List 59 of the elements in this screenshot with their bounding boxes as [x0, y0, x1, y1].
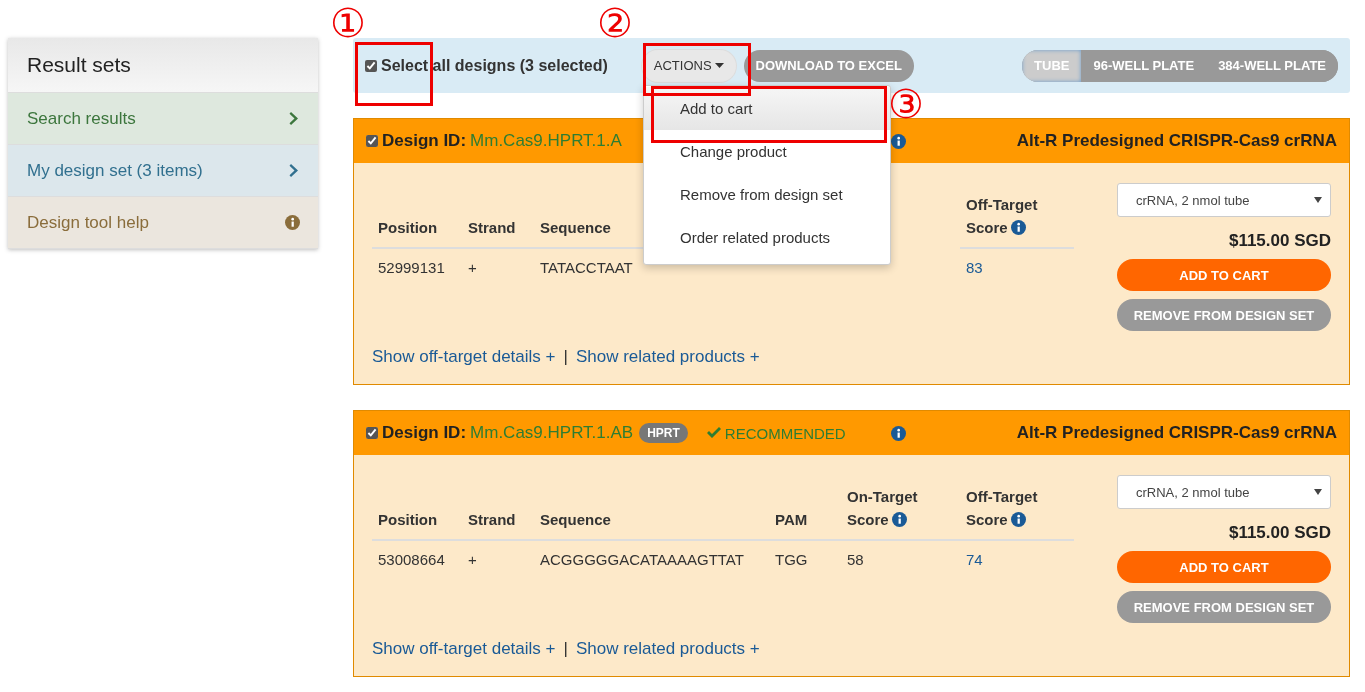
- price: $115.00 SGD: [1227, 231, 1331, 251]
- column-header: On-Target Score: [847, 488, 918, 528]
- sidebar-item[interactable]: Design tool help: [8, 197, 318, 249]
- sidebar-item-label: My design set (3 items): [27, 160, 203, 181]
- column-header: Sequence: [540, 511, 611, 528]
- checkmark-icon: [705, 427, 721, 439]
- show-details-link[interactable]: Show related products +: [575, 347, 760, 367]
- show-details-link[interactable]: Show off-target details +: [372, 639, 556, 659]
- step-number: ②: [597, 3, 633, 43]
- show-details-link[interactable]: Show related products +: [575, 639, 760, 659]
- table-cell-text: 74: [965, 550, 984, 570]
- table-cell-text: ACGGGGGACATAAAAGTTAT: [539, 550, 745, 570]
- table-cell-text: TATACCTAAT: [539, 258, 634, 278]
- column-header: Position: [378, 511, 438, 528]
- design-id-label: Design ID:: [382, 131, 467, 151]
- caret-icon: [714, 63, 724, 68]
- table-cell-text: TGG: [774, 550, 809, 570]
- gene-tag: HPRT: [639, 423, 688, 443]
- design-id-label: Design ID:: [382, 423, 467, 443]
- table-cell-text: 83: [965, 258, 984, 278]
- sidebar-item-label: Design tool help: [27, 212, 149, 233]
- column-header: Strand: [468, 511, 516, 528]
- table-cell-text: 52999131: [377, 258, 446, 278]
- design-checkbox[interactable]: [366, 135, 378, 147]
- dropdown-arrow-icon: [1314, 489, 1322, 495]
- step-number: ③: [888, 84, 924, 124]
- product-name: Alt-R Predesigned CRISPR-Cas9 crRNA: [1016, 423, 1337, 443]
- table-cell-text: 58: [846, 550, 865, 570]
- menu-item[interactable]: Change product: [644, 130, 890, 173]
- menu-item[interactable]: Remove from design set: [644, 173, 890, 216]
- step-number: ①: [330, 3, 366, 43]
- recommended-label: RECOMMENDED: [724, 424, 846, 442]
- sidebar-item[interactable]: Search results: [8, 93, 318, 145]
- separator: |: [563, 347, 568, 367]
- product-select[interactable]: crRNA, 2 nmol tube: [1117, 475, 1331, 509]
- design-checkbox[interactable]: [366, 427, 378, 439]
- dropdown-arrow-icon: [1314, 197, 1322, 203]
- design-id: Mm.Cas9.HPRT.1.A: [470, 131, 622, 151]
- menu-item[interactable]: Order related products: [644, 216, 890, 259]
- select-all-checkbox[interactable]: [365, 59, 377, 72]
- table-cell-text: +: [467, 258, 478, 278]
- separator: |: [563, 639, 568, 659]
- table-cell-text: +: [467, 550, 478, 570]
- column-header: Off-Target Score: [966, 488, 1038, 528]
- sidebar-item[interactable]: My design set (3 items): [8, 145, 318, 197]
- column-header: Off-Target Score: [966, 196, 1038, 236]
- sidebar-item-label: Search results: [27, 108, 136, 129]
- select-all-label: Select all designs (3 selected): [381, 56, 608, 75]
- panel-title: Result sets: [8, 38, 318, 93]
- product-name: Alt-R Predesigned CRISPR-Cas9 crRNA: [1016, 131, 1337, 151]
- column-header: Strand: [468, 219, 516, 236]
- show-details-link[interactable]: Show off-target details +: [372, 347, 556, 367]
- design-id: Mm.Cas9.HPRT.1.AB: [470, 423, 634, 443]
- column-header: Sequence: [540, 219, 611, 236]
- price: $115.00 SGD: [1227, 523, 1331, 543]
- column-header: PAM: [775, 511, 808, 528]
- column-header: Position: [378, 219, 438, 236]
- table-cell-text: 53008664: [377, 550, 446, 570]
- product-select[interactable]: crRNA, 2 nmol tube: [1117, 183, 1331, 217]
